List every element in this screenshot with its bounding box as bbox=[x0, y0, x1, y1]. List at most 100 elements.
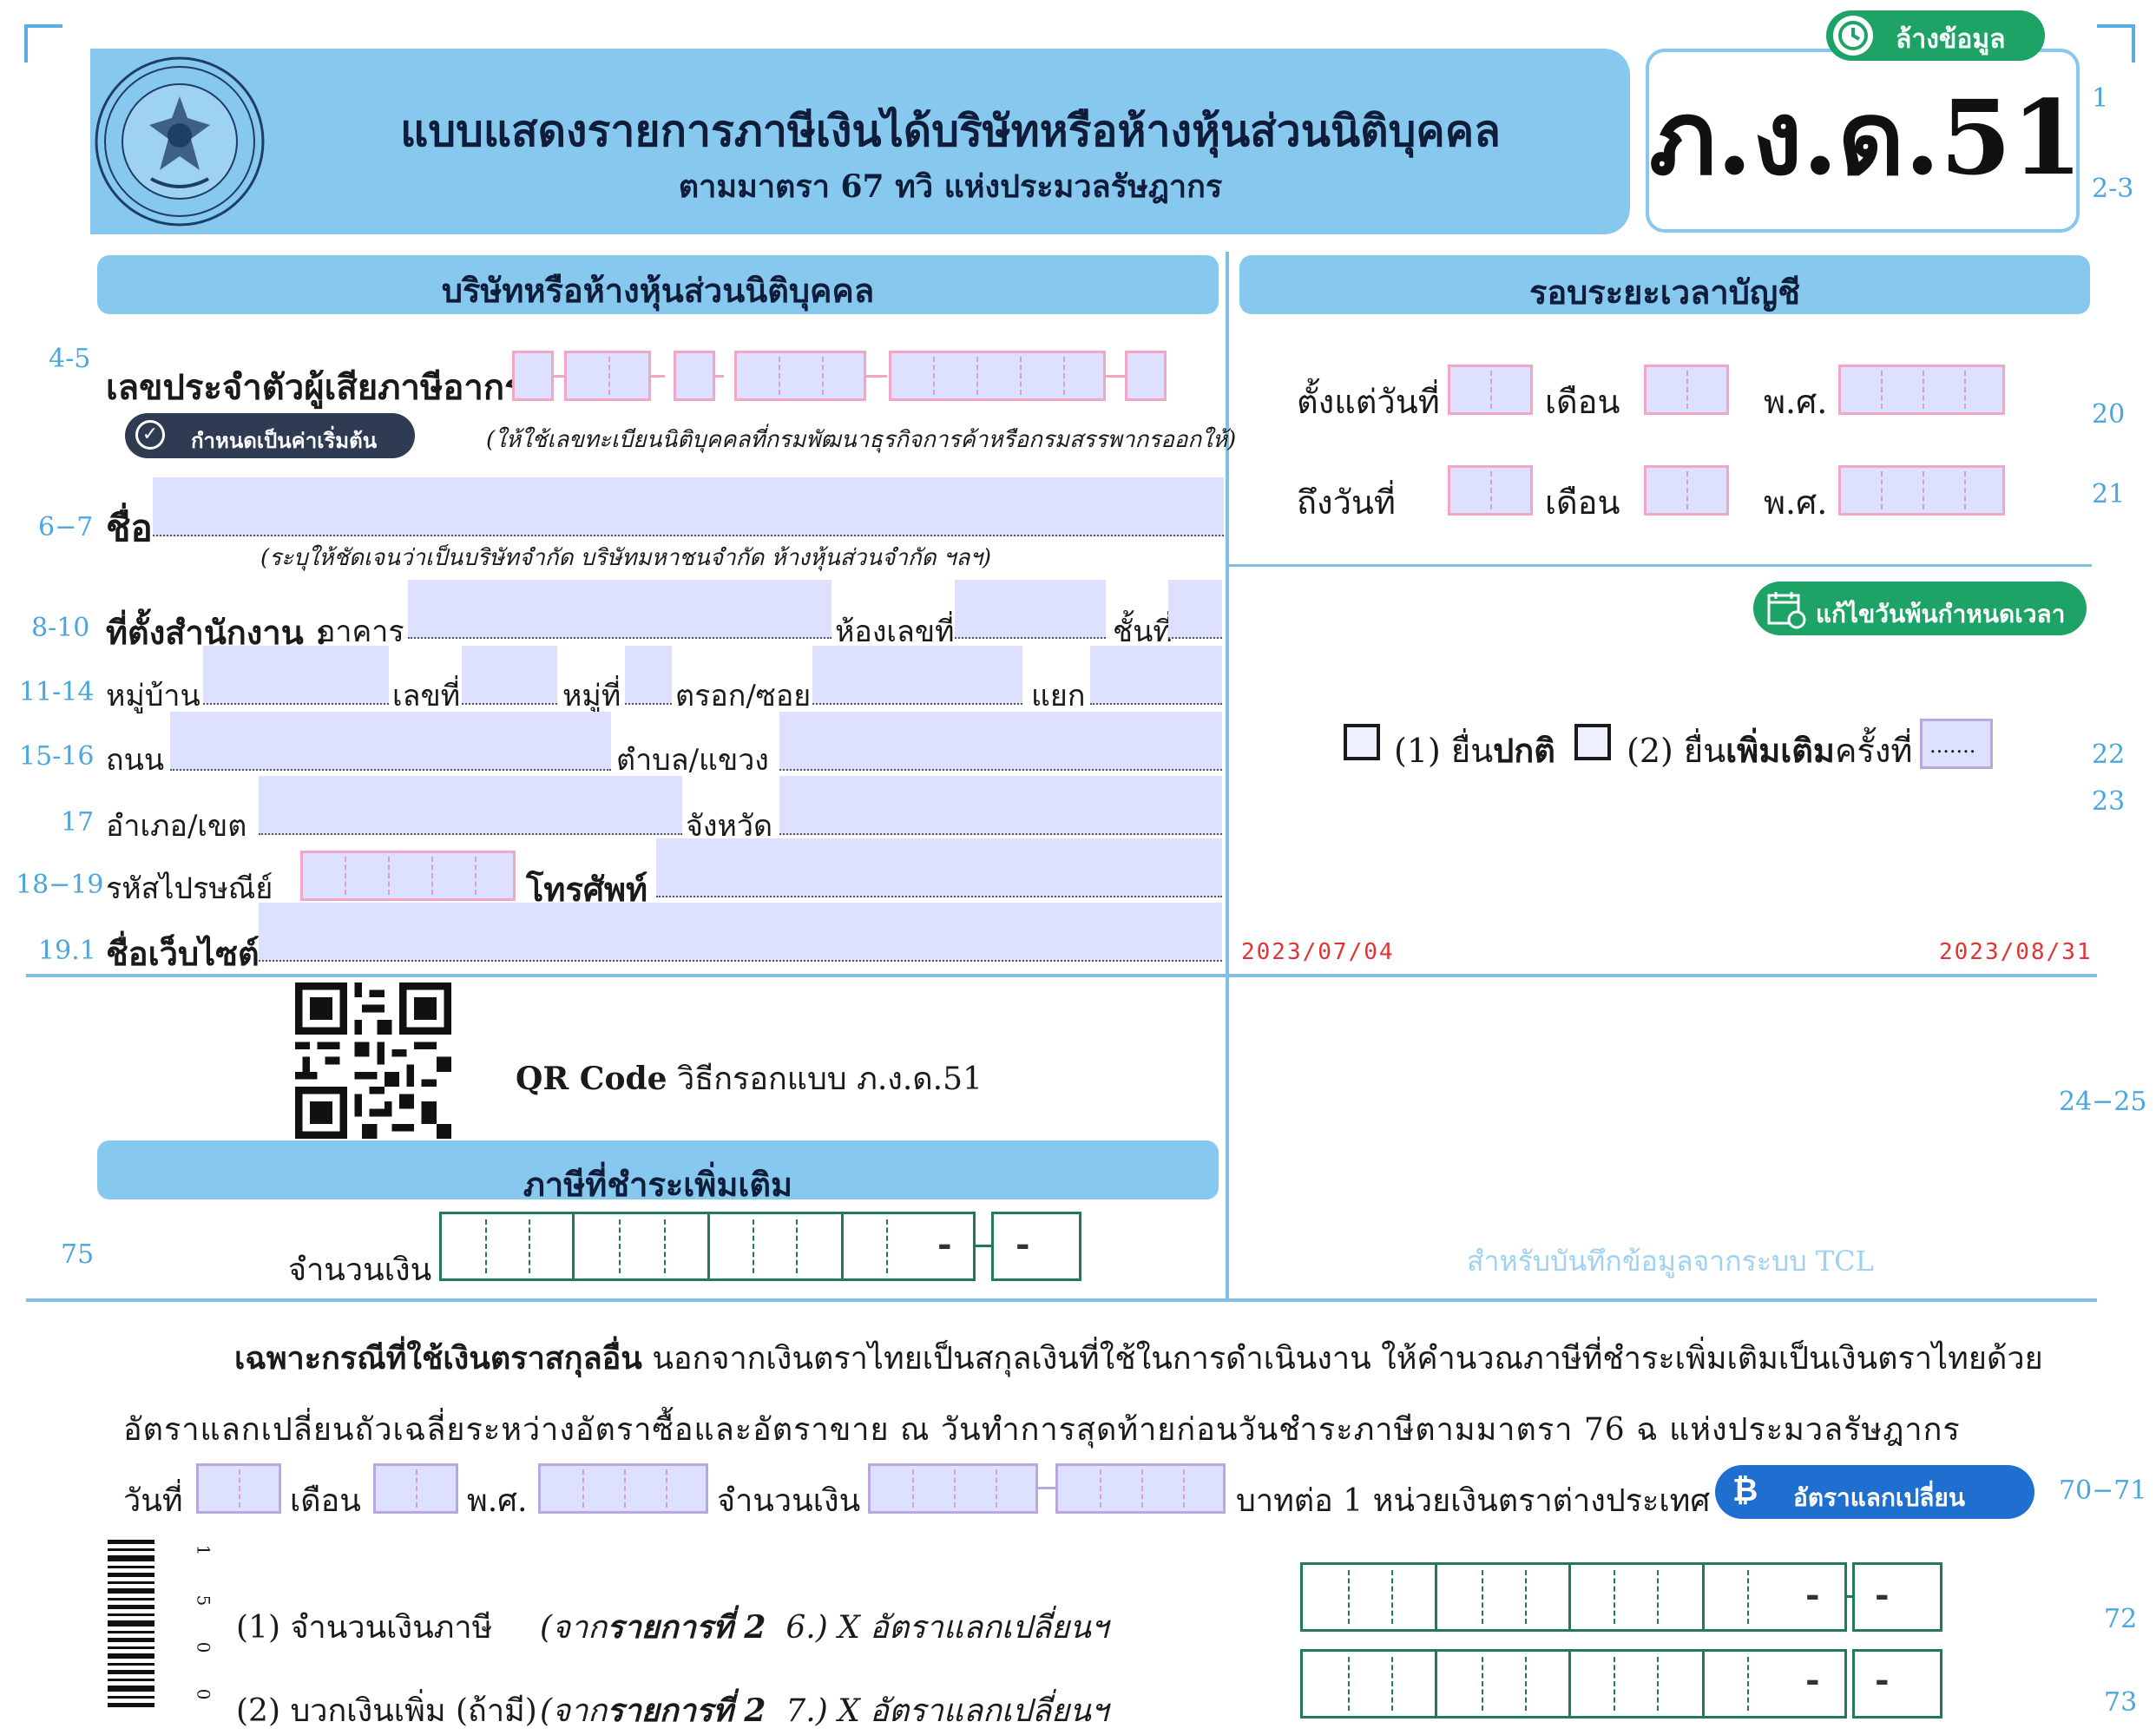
form-code-box: ภ.ง.ด.51 bbox=[1646, 49, 2082, 233]
item2-dash-2: - bbox=[1875, 1659, 1890, 1700]
item1-amount-field[interactable] bbox=[1300, 1562, 1847, 1632]
bitcoin-icon: ₿ bbox=[1732, 1473, 1758, 1508]
line-number-8-10: 8-10 bbox=[31, 613, 90, 643]
currency-rate-decimal[interactable] bbox=[1055, 1463, 1226, 1514]
line-number-24-25: 24−25 bbox=[2059, 1087, 2147, 1117]
currency-day-label: วันที่ bbox=[123, 1483, 183, 1519]
period-from-label: ตั้งแต่วันที่ bbox=[1297, 383, 1440, 421]
period-to-month-label: เดือน bbox=[1545, 483, 1620, 522]
tcl-note: สำหรับบันทึกข้อมูลจากระบบ TCL bbox=[1467, 1245, 1874, 1278]
village-field[interactable] bbox=[203, 646, 389, 705]
moo-field[interactable] bbox=[625, 646, 672, 705]
phone-field[interactable] bbox=[656, 838, 1222, 897]
extra-tax-dash-2: - bbox=[1016, 1224, 1030, 1265]
line-number-21: 21 bbox=[2092, 479, 2126, 509]
currency-rate-integer[interactable] bbox=[868, 1463, 1038, 1514]
item2-amount-field[interactable] bbox=[1300, 1649, 1847, 1719]
line-number-70-71: 70−71 bbox=[2059, 1475, 2147, 1506]
item2-label: (2) บวกเงินเพิ่ม (ถ้ามี) bbox=[236, 1693, 537, 1729]
line-number-23: 23 bbox=[2092, 786, 2126, 817]
junction-field[interactable] bbox=[1090, 646, 1222, 705]
name-field[interactable] bbox=[153, 477, 1224, 536]
filing-extra-count[interactable]: ....... bbox=[1920, 719, 1993, 769]
building-field[interactable] bbox=[408, 580, 832, 639]
period-start-date: 2023/07/04 bbox=[1241, 939, 1395, 965]
filing-extra-label: (2) ยื่นเพิ่มเติมครั้งที่ bbox=[1627, 731, 1913, 770]
exchange-rate-button[interactable]: ₿ อัตราแลกเปลี่ยน bbox=[1715, 1465, 2034, 1519]
website-field[interactable] bbox=[259, 903, 1222, 962]
period-end-date: 2023/08/31 bbox=[1939, 939, 2093, 965]
filing-normal-checkbox[interactable] bbox=[1344, 724, 1380, 760]
filing-extra-checkbox[interactable] bbox=[1574, 724, 1611, 760]
currency-day-field[interactable] bbox=[196, 1463, 281, 1514]
room-field[interactable] bbox=[955, 580, 1106, 639]
road-label: ถนน bbox=[106, 743, 165, 778]
edit-deadline-label: แก้ไขวันพ้นกำหนดเวลา bbox=[1816, 600, 2066, 628]
subdistrict-field[interactable] bbox=[779, 712, 1222, 771]
barcode-digit-2: 5 bbox=[193, 1594, 214, 1607]
extra-tax-section-title: ภาษีที่ชำระเพิ่มเติม bbox=[523, 1165, 793, 1204]
tax-id-note: (ให้ใช้เลขทะเบียนนิติบุคคลที่กรมพัฒนาธุร… bbox=[486, 427, 1237, 453]
history-icon bbox=[1833, 16, 1873, 56]
line-number-73: 73 bbox=[2104, 1687, 2138, 1718]
province-field[interactable] bbox=[779, 776, 1222, 835]
line-number-20: 20 bbox=[2092, 399, 2126, 430]
district-field[interactable] bbox=[259, 776, 682, 835]
currency-paragraph-line1: เฉพาะกรณีที่ใช้เงินตราสกุลอื่น นอกจากเงิ… bbox=[234, 1340, 2043, 1377]
clear-data-label: ล้างข้อมูล bbox=[1896, 24, 2006, 55]
currency-month-label: เดือน bbox=[290, 1483, 361, 1519]
qr-code[interactable] bbox=[295, 983, 451, 1139]
barcode-digit-4: 0 bbox=[193, 1688, 214, 1700]
period-section-title: รอบระยะเวลาบัญชี bbox=[1528, 273, 1801, 312]
check-circle-icon: ✓ bbox=[135, 420, 165, 450]
district-label: อำเภอ/เขต bbox=[106, 809, 247, 844]
tax-id-input[interactable] bbox=[512, 351, 1167, 401]
name-label: ชื่อ bbox=[106, 507, 153, 549]
set-default-label: กำหนดเป็นค่าเริ่มต้น bbox=[191, 429, 378, 453]
extra-tax-amount-label: จำนวนเงิน bbox=[288, 1252, 432, 1288]
currency-rate-connector bbox=[1038, 1487, 1055, 1489]
floor-field[interactable] bbox=[1168, 580, 1222, 639]
clear-data-button[interactable]: ล้างข้อมูล bbox=[1826, 10, 2045, 61]
item2-satang-field[interactable] bbox=[1852, 1649, 1942, 1719]
item1-dash-1: - bbox=[1805, 1574, 1820, 1615]
item1-note: (จากรายการที่ 2 6.) X อัตราแลกเปลี่ยนฯ bbox=[540, 1609, 1109, 1646]
period-from-month-label: เดือน bbox=[1545, 383, 1620, 421]
period-to-day[interactable] bbox=[1448, 465, 1533, 516]
website-label: ชื่อเว็บไซต์ bbox=[106, 934, 260, 973]
set-default-button[interactable]: ✓ กำหนดเป็นค่าเริ่มต้น bbox=[125, 413, 415, 458]
line-number-2-3: 2-3 bbox=[2092, 174, 2134, 204]
postcode-field[interactable] bbox=[300, 851, 516, 901]
road-field[interactable] bbox=[170, 712, 611, 771]
period-from-year[interactable] bbox=[1838, 365, 2005, 415]
barcode bbox=[108, 1540, 194, 1709]
edit-deadline-button[interactable]: แก้ไขวันพ้นกำหนดเวลา bbox=[1753, 582, 2087, 635]
line-number-1: 1 bbox=[2092, 83, 2109, 114]
line-number-11-14: 11-14 bbox=[19, 677, 95, 707]
barcode-digit-3: 0 bbox=[193, 1641, 214, 1653]
period-to-year-label: พ.ศ. bbox=[1764, 483, 1828, 522]
header-title: แบบแสดงรายการภาษีเงินได้บริษัทหรือห้างหุ… bbox=[400, 105, 1501, 156]
currency-month-field[interactable] bbox=[373, 1463, 458, 1514]
extra-tax-amount-field[interactable] bbox=[439, 1212, 976, 1281]
item1-label: (1) จำนวนเงินภาษี bbox=[236, 1610, 493, 1646]
extra-tax-connector bbox=[976, 1245, 991, 1247]
currency-paragraph-line2: อัตราแลกเปลี่ยนถัวเฉลี่ยระหว่างอัตราซื้อ… bbox=[123, 1412, 1961, 1448]
soi-field[interactable] bbox=[812, 646, 1022, 705]
item1-satang-field[interactable] bbox=[1852, 1562, 1942, 1632]
extra-tax-satang-field[interactable] bbox=[991, 1212, 1081, 1281]
company-section-title: บริษัทหรือห้างหุ้นส่วนนิติบุคคล bbox=[441, 271, 875, 310]
period-to-year[interactable] bbox=[1838, 465, 2005, 516]
period-to-month[interactable] bbox=[1644, 465, 1729, 516]
currency-year-field[interactable] bbox=[538, 1463, 708, 1514]
revenue-logo bbox=[90, 49, 269, 234]
period-from-day[interactable] bbox=[1448, 365, 1533, 415]
barcode-digit-1: 1 bbox=[193, 1544, 214, 1556]
currency-amount-label: จำนวนเงิน bbox=[717, 1483, 861, 1519]
item1-dash-2: - bbox=[1875, 1574, 1890, 1615]
line-number-17: 17 bbox=[61, 807, 95, 838]
house-no-field[interactable] bbox=[462, 646, 557, 705]
line-number-6-7: 6−7 bbox=[38, 512, 94, 542]
period-from-month[interactable] bbox=[1644, 365, 1729, 415]
corner-mark-top-left bbox=[24, 24, 62, 62]
